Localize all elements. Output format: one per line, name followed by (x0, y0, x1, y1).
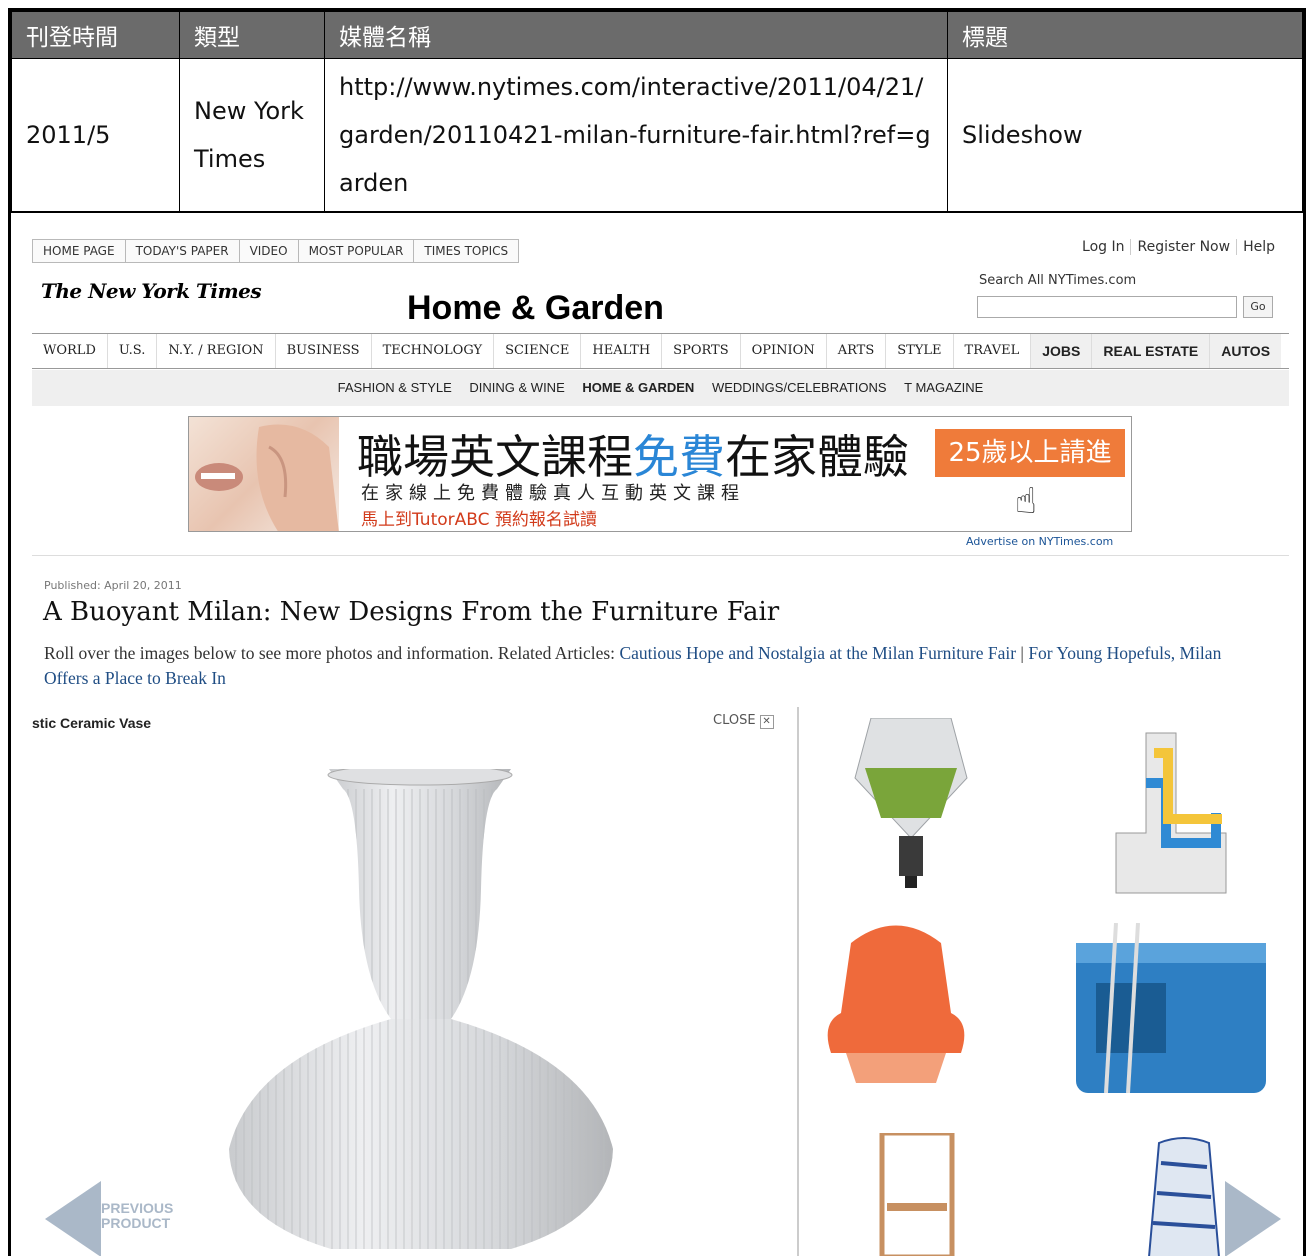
ad-headline-c: 在家體驗 (725, 430, 909, 484)
register-link[interactable]: Register Now (1130, 239, 1236, 255)
subnav-t-magazine[interactable]: T MAGAZINE (904, 380, 983, 395)
previous-product-button[interactable]: PREVIOUS PRODUCT (101, 1201, 173, 1231)
nav-science[interactable]: SCIENCE (494, 334, 582, 368)
close-button[interactable]: CLOSE ✕ (713, 713, 774, 729)
tab-todays-paper[interactable]: TODAY'S PAPER (124, 239, 239, 263)
ad-face-image (195, 424, 339, 531)
data-row: 2011/5 New York Times http://www.nytimes… (11, 58, 1303, 212)
main-nav: WORLD U.S. N.Y. / REGION BUSINESS TECHNO… (32, 333, 1289, 369)
nav-ny-region[interactable]: N.Y. / REGION (157, 334, 276, 368)
tab-times-topics[interactable]: TIMES TOPICS (413, 239, 520, 263)
thumb-orange-armchair[interactable] (821, 913, 971, 1088)
ceramic-vase-image (229, 769, 613, 1249)
nav-world[interactable]: WORLD (32, 334, 108, 368)
search-input[interactable] (977, 296, 1237, 318)
slideshow-divider (797, 707, 799, 1256)
nav-autos[interactable]: AUTOS (1210, 334, 1282, 368)
subnav-weddings[interactable]: WEDDINGS/CELEBRATIONS (712, 380, 887, 395)
subnav-home-garden[interactable]: HOME & GARDEN (582, 380, 694, 395)
nav-business[interactable]: BUSINESS (276, 334, 372, 368)
slide-caption: stic Ceramic Vase (32, 715, 152, 731)
deck-text: Roll over the images below to see more p… (44, 643, 620, 663)
header-title: 標題 (947, 11, 1303, 59)
nav-arts[interactable]: ARTS (827, 334, 887, 368)
nav-travel[interactable]: TRAVEL (954, 334, 1032, 368)
tab-home-page[interactable]: HOME PAGE (32, 239, 125, 263)
header-row: 刊登時間 類型 媒體名稱 標題 (11, 11, 1303, 59)
account-links: Log In Register Now Help (1076, 239, 1281, 255)
nav-health[interactable]: HEALTH (581, 334, 663, 368)
hand-cursor-icon: ☝ (1015, 481, 1037, 522)
tab-most-popular[interactable]: MOST POPULAR (297, 239, 414, 263)
section-title: Home & Garden (407, 289, 664, 327)
next-arrow-icon[interactable] (1225, 1181, 1281, 1256)
ad-button[interactable]: 25歲以上請進 (935, 429, 1125, 477)
advertise-link[interactable]: Advertise on NYTimes.com (966, 535, 1113, 548)
ad-subline: 在家線上免費體驗真人互動英文課程 (361, 483, 745, 504)
published-date: Published: April 20, 2011 (44, 579, 182, 592)
header-date: 刊登時間 (11, 11, 180, 59)
metadata-table: 刊登時間 類型 媒體名稱 標題 2011/5 New York Times ht… (11, 11, 1303, 212)
login-link[interactable]: Log In (1076, 239, 1130, 255)
nav-jobs[interactable]: JOBS (1031, 334, 1093, 368)
cell-type: New York Times (179, 58, 325, 212)
top-tabs: HOME PAGE TODAY'S PAPER VIDEO MOST POPUL… (32, 239, 520, 263)
thumb-bunk-bed[interactable] (1076, 923, 1266, 1093)
nav-sports[interactable]: SPORTS (662, 334, 741, 368)
close-label: CLOSE (713, 713, 756, 728)
close-icon: ✕ (759, 715, 774, 729)
thumb-bulb-lamp[interactable] (851, 718, 971, 898)
previous-arrow-icon[interactable] (45, 1181, 101, 1256)
ad-cta-line: 馬上到TutorABC 預約報名試讀 (361, 510, 597, 530)
article-headline: A Buoyant Milan: New Designs From the Fu… (43, 597, 780, 627)
cell-date: 2011/5 (11, 58, 180, 212)
related-link-1[interactable]: Cautious Hope and Nostalgia at the Milan… (619, 643, 1016, 663)
nav-technology[interactable]: TECHNOLOGY (372, 334, 495, 368)
nav-real-estate[interactable]: REAL ESTATE (1092, 334, 1211, 368)
nav-style[interactable]: STYLE (886, 334, 954, 368)
header-media: 媒體名稱 (324, 11, 948, 59)
nav-us[interactable]: U.S. (108, 334, 158, 368)
search-go-button[interactable]: Go (1243, 296, 1273, 318)
subnav-dining[interactable]: DINING & WINE (469, 380, 564, 395)
nyt-logo[interactable]: The New York Times (41, 279, 262, 303)
thumb-stacked-chairs[interactable] (1106, 723, 1236, 898)
cell-url[interactable]: http://www.nytimes.com/interactive/2011/… (324, 58, 948, 212)
subnav-fashion[interactable]: FASHION & STYLE (338, 380, 452, 395)
article-deck: Roll over the images below to see more p… (44, 641, 1269, 691)
banner-ad[interactable]: 職場英文課程免費在家體驗 在家線上免費體驗真人互動英文課程 馬上到TutorAB… (188, 416, 1132, 532)
nytimes-screenshot: HOME PAGE TODAY'S PAPER VIDEO MOST POPUL… (11, 212, 1303, 1256)
document-frame: 刊登時間 類型 媒體名稱 標題 2011/5 New York Times ht… (8, 8, 1306, 1256)
thumb-wooden-shelf[interactable] (877, 1133, 957, 1256)
header-type: 類型 (179, 11, 325, 59)
sub-nav: FASHION & STYLE DINING & WINE HOME & GAR… (32, 370, 1289, 406)
ad-headline-a: 職場英文課程 (357, 430, 633, 484)
search-label: Search All NYTimes.com (979, 273, 1137, 288)
thumb-blue-pattern-vase[interactable] (1139, 1133, 1229, 1256)
ad-headline: 職場英文課程免費在家體驗 (357, 421, 909, 487)
divider (32, 555, 1289, 556)
help-link[interactable]: Help (1236, 239, 1281, 255)
nav-opinion[interactable]: OPINION (741, 334, 827, 368)
tab-video[interactable]: VIDEO (238, 239, 298, 263)
deck-separator: | (1016, 643, 1029, 663)
cell-title: Slideshow (947, 58, 1303, 212)
previous-label-1: PREVIOUS (101, 1200, 174, 1216)
ad-photo (189, 417, 339, 531)
previous-label-2: PRODUCT (101, 1215, 171, 1231)
ad-headline-b: 免費 (633, 430, 725, 484)
